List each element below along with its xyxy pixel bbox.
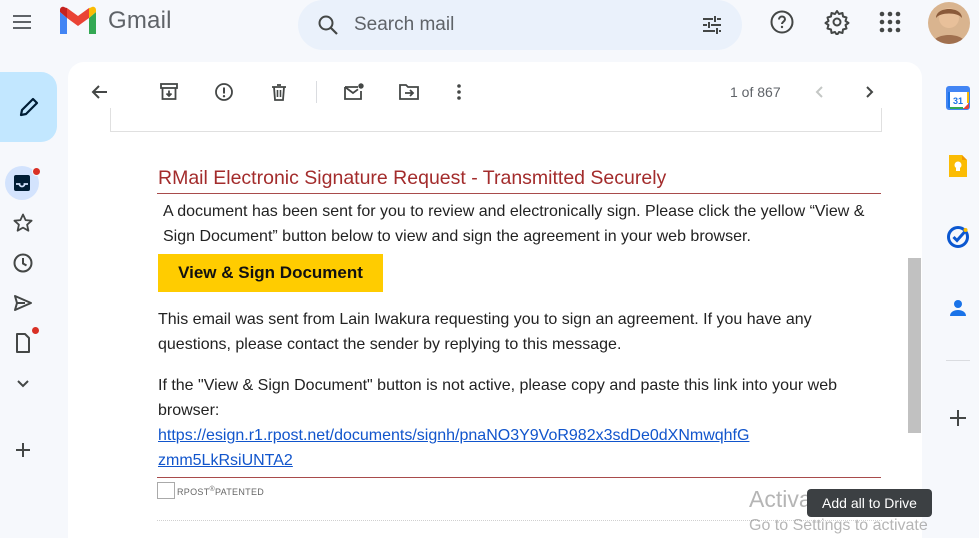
app-name: Gmail	[108, 7, 172, 34]
signing-link-line2[interactable]: zmm5LkRsiUNTA2	[158, 448, 293, 473]
sidebar-item-starred[interactable]	[8, 208, 38, 238]
signing-link-line1[interactable]: https://esign.r1.rpost.net/documents/sig…	[158, 423, 749, 448]
sidebar-item-inbox[interactable]	[5, 166, 41, 200]
back-arrow-icon	[90, 82, 110, 102]
chevron-left-icon	[811, 83, 829, 101]
right-rail-divider	[946, 360, 970, 361]
back-button[interactable]	[82, 74, 118, 110]
search-bar[interactable]: Search mail	[298, 0, 742, 50]
search-input[interactable]: Search mail	[354, 14, 700, 36]
patent-label: RPOST®PATENTED	[177, 486, 264, 497]
chevron-right-icon	[860, 83, 878, 101]
move-to-icon	[398, 82, 420, 102]
drafts-icon	[12, 332, 34, 354]
activation-watermark-subtitle: Go to Settings to activate	[749, 517, 928, 534]
settings-icon[interactable]	[817, 2, 857, 42]
toolbar-divider	[316, 81, 317, 103]
title-divider	[157, 193, 881, 194]
email-title: RMail Electronic Signature Request - Tra…	[158, 167, 667, 189]
create-label-button[interactable]	[8, 435, 38, 465]
delete-button[interactable]	[261, 74, 297, 110]
mark-unread-icon	[343, 82, 365, 102]
link-instructions: If the "View & Sign Document" button is …	[158, 377, 837, 419]
drafts-badge	[31, 326, 40, 335]
calendar-icon[interactable]: 31	[942, 82, 974, 114]
sender-note: This email was sent from Lain Iwakura re…	[158, 311, 812, 353]
inbox-unread-badge	[32, 167, 41, 176]
previous-content-frame	[110, 108, 882, 132]
rpost-logo-image	[157, 482, 175, 499]
clock-icon	[12, 252, 34, 274]
chevron-down-icon	[13, 373, 33, 393]
tasks-icon[interactable]	[942, 221, 974, 253]
plus-icon	[948, 408, 968, 428]
scrollbar-thumb[interactable]	[908, 258, 921, 433]
keep-icon[interactable]	[942, 150, 974, 182]
more-vert-icon	[449, 82, 469, 102]
archive-button[interactable]	[151, 74, 187, 110]
menu-icon[interactable]	[10, 10, 34, 34]
move-to-button[interactable]	[391, 74, 427, 110]
view-sign-document-button[interactable]: View & Sign Document	[158, 254, 383, 292]
add-to-drive-tooltip: Add all to Drive	[807, 489, 932, 517]
sidebar-item-drafts[interactable]	[8, 326, 40, 358]
send-icon	[12, 292, 34, 314]
message-view: 1 of 867 RMail Electronic Signature Requ…	[68, 62, 922, 538]
search-icon[interactable]	[316, 13, 340, 37]
report-spam-button[interactable]	[206, 74, 242, 110]
patent-word: PATENTED	[214, 487, 265, 497]
mark-unread-button[interactable]	[336, 74, 372, 110]
patent-brand: RPOST	[177, 487, 210, 497]
plus-icon	[13, 440, 33, 460]
sidebar-more[interactable]	[8, 368, 38, 398]
inbox-icon	[12, 173, 32, 193]
help-icon[interactable]	[762, 2, 802, 42]
pagination-count: 1 of 867	[730, 84, 781, 100]
footer-divider	[157, 477, 881, 478]
calendar-day: 31	[953, 96, 963, 106]
archive-icon	[159, 82, 179, 102]
older-button[interactable]	[851, 74, 887, 110]
compose-icon	[17, 95, 41, 119]
search-options-icon[interactable]	[700, 13, 724, 37]
get-addons-button[interactable]	[942, 402, 974, 434]
delete-icon	[269, 82, 289, 102]
avatar[interactable]	[928, 2, 970, 44]
newer-button[interactable]	[802, 74, 838, 110]
gmail-logo-icon	[60, 6, 96, 34]
star-icon	[12, 212, 34, 234]
report-spam-icon	[214, 82, 234, 102]
sidebar-item-sent[interactable]	[8, 288, 38, 318]
gmail-logo[interactable]: Gmail	[58, 6, 172, 36]
compose-button[interactable]	[0, 72, 57, 142]
apps-icon[interactable]	[870, 2, 910, 42]
intro-text: A document has been sent for you to revi…	[163, 203, 865, 245]
contacts-icon[interactable]	[942, 292, 974, 324]
sidebar-item-snoozed[interactable]	[8, 248, 38, 278]
more-options-button[interactable]	[441, 74, 477, 110]
